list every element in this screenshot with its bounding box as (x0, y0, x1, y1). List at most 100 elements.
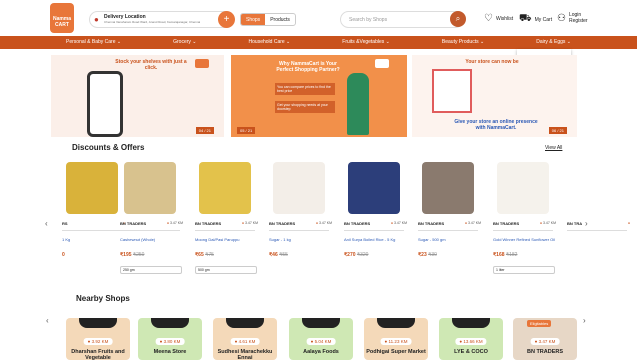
distance: ● (628, 221, 630, 225)
product-image (124, 162, 176, 214)
shop-distance: ● 3.80 KM (155, 338, 185, 345)
store-name: RS (62, 221, 68, 226)
divider (418, 230, 478, 231)
shop-card[interactable]: Eligitables ● 3.47 KM BN TRADERS (513, 318, 577, 360)
search-icon[interactable]: ⌕ (450, 11, 466, 27)
nav-dairy-eggs[interactable]: Dairy & Eggs ⌄ (536, 36, 571, 49)
product-name[interactable]: Moong Dal/Pasi Paruppu (195, 237, 239, 242)
product-card[interactable]: BN TRADERS ● 3.47 KM Sugar - 1 kg ₹46 ₹5… (265, 160, 332, 280)
store-name: BN TRA (567, 221, 583, 226)
product-image (497, 162, 549, 214)
shop-name: Dharshan Fruits and Vegetable (71, 349, 125, 361)
toggle-products[interactable]: Products (265, 14, 295, 25)
logo[interactable]: Namma CART (50, 3, 74, 33)
cart-icon: ⛟ (519, 13, 532, 24)
shop-product-toggle[interactable]: Shops Products (240, 13, 296, 26)
pin-icon: ● (539, 221, 542, 225)
product-name[interactable]: Sugar - 1 kg (269, 237, 291, 242)
pin-icon: ● (627, 221, 630, 225)
product-name[interactable]: Gold Winner Refined Sunflower Oil (493, 237, 555, 242)
banner-point-1: You can compare prices to find the best … (275, 83, 335, 95)
shop-image (79, 318, 117, 328)
login-button[interactable]: ⚇ Login Register (557, 12, 588, 24)
banner-text: Why NammaCart is Your Perfect Shopping P… (276, 61, 340, 73)
banner-1[interactable]: Stock your shelves with just a click. 04… (51, 55, 224, 137)
divider (62, 230, 122, 231)
shop-card[interactable]: ● 3.92 KM Dharshan Fruits and Vegetable (66, 318, 130, 361)
product-name[interactable]: 1 Kg (62, 237, 70, 242)
pin-icon: ● (390, 221, 393, 225)
shop-card[interactable]: ● 4.61 KM Sudhesi Marachekku Ennai (213, 318, 277, 361)
product-name[interactable]: Sugar - 500 gm (418, 237, 446, 242)
store-name: BN TRADERS (493, 221, 520, 226)
distance: ● 3.47 KM (539, 221, 556, 225)
toggle-shops[interactable]: Shops (241, 14, 266, 25)
banner-pager: 04 / 21 (195, 127, 214, 134)
shop-name: LYE & COCO (454, 349, 488, 355)
nav-personal-baby-care[interactable]: Personal & Baby Care ⌄ (66, 36, 121, 49)
nav-fruits-vegetables[interactable]: Fruits &Vegetables ⌄ (342, 36, 390, 49)
product-image (571, 162, 623, 214)
shop-name: Meena Store (153, 349, 187, 355)
store-illustration (432, 69, 472, 113)
nav-grocery[interactable]: Grocery ⌄ (173, 36, 196, 49)
cart-button[interactable]: ⛟ My Cart (519, 13, 552, 26)
product-card[interactable]: BN TRADERS ● 3.47 KM Cashewnut (Whole) ₹… (116, 160, 183, 280)
product-card[interactable]: BN TRA ● (563, 160, 630, 280)
product-name[interactable]: Anil Surya Boiled Rice - 5 Kg (344, 237, 395, 242)
product-card[interactable]: RS ● 1 Kg 0 (58, 160, 125, 280)
product-card[interactable]: BN TRADERS ● 3.47 KM Gold Winner Refined… (489, 160, 556, 280)
product-name[interactable]: Cashewnut (Whole) (120, 237, 155, 242)
woman-illustration (347, 73, 369, 135)
store-name: BN TRADERS (195, 221, 222, 226)
pin-icon: ● (166, 221, 169, 225)
category-nav: Personal & Baby Care ⌄ Grocery ⌄ Househo… (0, 36, 637, 49)
price: ₹65 ₹75 (195, 252, 214, 258)
nearby-prev-arrow-icon[interactable]: ‹ (46, 316, 49, 325)
view-all-link[interactable]: View All (545, 145, 562, 151)
distance: ● 3.47 KM (241, 221, 258, 225)
shop-image (302, 318, 340, 328)
price: ₹46 ₹55 (269, 252, 288, 258)
shop-name: Podhigai Super Market (366, 349, 426, 355)
user-icon: ⚇ (557, 12, 566, 24)
search-input[interactable]: Search by Shops (340, 11, 464, 28)
price: 0 (62, 252, 65, 258)
divider (493, 230, 553, 231)
divider (195, 230, 255, 231)
heart-icon: ♡ (484, 13, 493, 24)
shop-card[interactable]: ● 5.04 KM Aalaya Foods (289, 318, 353, 360)
distance: ● 3.47 KM (464, 221, 481, 225)
quantity-select[interactable]: 1 liter (493, 266, 555, 274)
shop-distance: ● 11.23 KM (380, 338, 412, 345)
nearby-next-arrow-icon[interactable]: › (583, 316, 586, 325)
locate-button[interactable]: + (218, 11, 235, 28)
delivery-location[interactable]: ● Delivery Location Chennai Vanaharam Ro… (89, 11, 234, 28)
shop-name: Aalaya Foods (303, 349, 339, 355)
shop-card[interactable]: ● 11.23 KM Podhigai Super Market (364, 318, 428, 360)
product-card[interactable]: BN TRADERS ● 3.47 KM Sugar - 500 gm ₹23 … (414, 160, 481, 280)
store-name: BN TRADERS (269, 221, 296, 226)
divider (269, 230, 329, 231)
banner-3[interactable]: Your store can now be Give your store an… (412, 55, 577, 137)
nav-beauty-products[interactable]: Beauty Products ⌄ (442, 36, 484, 49)
wishlist-button[interactable]: ♡ Wishlist (484, 13, 513, 24)
prev-arrow-icon[interactable]: ‹ (45, 219, 48, 228)
product-card[interactable]: BN TRADERS ● 3.47 KM Moong Dal/Pasi Paru… (191, 160, 258, 280)
quantity-select[interactable]: 500 gm (195, 266, 257, 274)
banner-2[interactable]: Why NammaCart is Your Perfect Shopping P… (231, 55, 407, 137)
banner-text: Stock your shelves with just a click. (115, 59, 187, 71)
banner-sub-text: Give your store an online presence with … (454, 119, 538, 131)
phone-illustration (87, 71, 123, 137)
discounts-title: Discounts & Offers (72, 143, 145, 152)
shop-card[interactable]: ● 13.66 KM LYE & COCO (439, 318, 503, 360)
shop-card[interactable]: ● 3.80 KM Meena Store (138, 318, 202, 360)
product-image (422, 162, 474, 214)
shop-distance: ● 13.66 KM (455, 338, 487, 345)
quantity-select[interactable]: 250 gm (120, 266, 182, 274)
product-card[interactable]: BN TRADERS ● 3.47 KM Anil Surya Boiled R… (340, 160, 407, 280)
nav-household-care[interactable]: Household Care ⌄ (249, 36, 291, 49)
next-arrow-icon[interactable]: › (585, 219, 588, 228)
price: ₹23 ₹30 (418, 252, 437, 258)
store-name: BN TRADERS (344, 221, 371, 226)
